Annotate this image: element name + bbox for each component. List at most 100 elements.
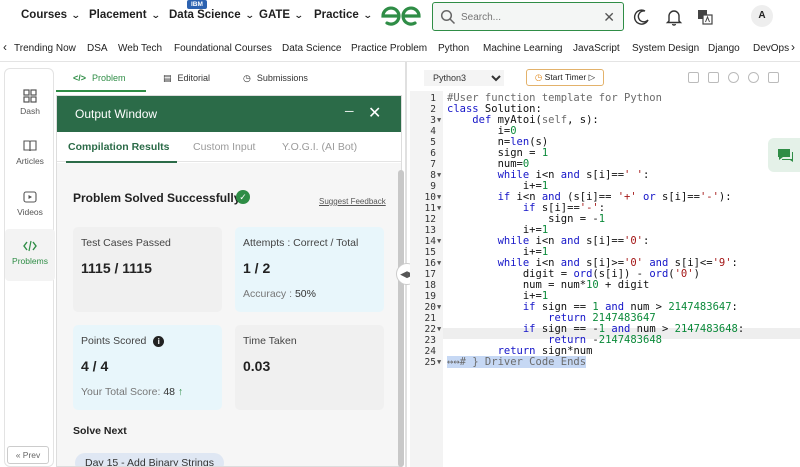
- line-number: 5: [430, 137, 436, 148]
- scrollbar[interactable]: [398, 170, 404, 467]
- dashboard-icon: [23, 89, 37, 103]
- line-number: 17: [424, 269, 436, 280]
- attempts-card: Attempts : Correct / Total 1 / 2 Accurac…: [235, 227, 384, 312]
- scroll-left-icon[interactable]: ‹: [3, 40, 7, 54]
- attempts-label: Attempts : Correct / Total: [243, 237, 359, 249]
- document-icon: ▤: [163, 73, 172, 83]
- tab-custom-input[interactable]: Custom Input: [193, 141, 255, 153]
- scroll-right-icon[interactable]: ›: [791, 40, 795, 54]
- points-card: Points Scored i 4 / 4 Your Total Score: …: [73, 325, 222, 410]
- copy-icon[interactable]: [688, 72, 699, 83]
- topic-system-design[interactable]: System Design: [632, 43, 699, 54]
- start-timer-button[interactable]: ◷ Start Timer ▷: [526, 69, 604, 86]
- video-icon: [23, 191, 37, 203]
- topic-trending-now[interactable]: Trending Now: [14, 43, 76, 54]
- topic-devops[interactable]: DevOps: [753, 43, 789, 54]
- clear-search-icon[interactable]: ✕: [603, 9, 615, 26]
- line-number: 25: [424, 357, 436, 368]
- fold-icon[interactable]: ▼: [437, 259, 441, 267]
- sidebar-item-articles[interactable]: Articles: [5, 139, 55, 166]
- output-window-title: Output Window: [75, 107, 158, 121]
- line-number: 2: [430, 104, 436, 115]
- tab-problem[interactable]: </> Problem: [73, 73, 126, 83]
- topic-dsa[interactable]: DSA: [87, 43, 108, 54]
- nav-practice[interactable]: Practice ⌄: [314, 9, 372, 21]
- fold-icon[interactable]: ▼: [437, 358, 441, 366]
- search-box[interactable]: ✕: [432, 2, 624, 31]
- code-editor[interactable]: 1 2 3 4 5 6 7 8 9 10 11 12 13 14 15 16 1…: [410, 91, 800, 467]
- fullscreen-icon[interactable]: [768, 72, 779, 83]
- translate-icon[interactable]: [695, 7, 715, 27]
- topic-web-tech[interactable]: Web Tech: [118, 43, 162, 54]
- active-tab-indicator: [56, 90, 146, 92]
- export-icon[interactable]: [708, 72, 719, 83]
- output-window-header: Output Window ─ ✕: [57, 96, 401, 132]
- language-select[interactable]: Python3: [424, 70, 504, 86]
- sidebar-item-dash[interactable]: Dash: [5, 89, 55, 116]
- sidebar-item-problems[interactable]: Problems: [5, 229, 55, 281]
- accuracy-text: Accuracy : 50%: [243, 288, 316, 300]
- topic-data-science[interactable]: Data Science: [282, 43, 341, 54]
- prev-button[interactable]: « Prev: [7, 446, 49, 464]
- line-number: 8: [430, 170, 436, 181]
- line-number: 10: [424, 192, 436, 203]
- tab-editorial[interactable]: ▤ Editorial: [163, 73, 210, 84]
- sidebar-item-videos[interactable]: Videos: [5, 190, 55, 217]
- gfg-logo-icon[interactable]: [379, 4, 423, 28]
- topics-bar: ‹ Trending Now DSA Web Tech Foundational…: [0, 38, 800, 60]
- fold-icon[interactable]: ▼: [437, 193, 441, 201]
- fold-icon[interactable]: ▼: [437, 303, 441, 311]
- attempts-value: 1 / 2: [243, 260, 271, 276]
- chat-button[interactable]: [768, 138, 800, 172]
- time-label: Time Taken: [243, 335, 297, 347]
- fold-icon[interactable]: ▼: [437, 204, 441, 212]
- nav-data-science[interactable]: Data Science ⌄: [169, 9, 254, 21]
- topic-foundational-courses[interactable]: Foundational Courses: [174, 43, 272, 54]
- close-icon[interactable]: ✕: [368, 103, 381, 123]
- line-number: 7: [430, 159, 436, 170]
- settings-icon[interactable]: [728, 72, 739, 83]
- code-icon: </>: [73, 73, 87, 83]
- line-number: 20: [424, 302, 436, 313]
- fold-icon[interactable]: ▼: [437, 116, 441, 124]
- topic-django[interactable]: Django: [708, 43, 740, 54]
- fold-icon[interactable]: ▼: [437, 171, 441, 179]
- points-label: Points Scored i: [81, 335, 165, 347]
- chevron-down-icon: ⌄: [293, 10, 304, 20]
- nav-placement[interactable]: Placement ⌄: [89, 9, 160, 21]
- nav-courses[interactable]: Courses ⌄: [21, 9, 81, 21]
- line-number: 6: [430, 148, 436, 159]
- next-problem-link[interactable]: Day 15 - Add Binary Strings: [75, 453, 224, 466]
- avatar[interactable]: A: [751, 5, 773, 27]
- editor-toolbar: Python3 ◷ Start Timer ▷: [410, 66, 800, 90]
- dark-mode-icon[interactable]: [632, 7, 652, 27]
- fold-icon[interactable]: ▼: [437, 325, 441, 333]
- line-number: 24: [424, 346, 436, 357]
- output-tabs: Compilation Results Custom Input Y.O.G.I…: [57, 132, 401, 162]
- nav-gate[interactable]: GATE ⌄: [259, 9, 304, 21]
- minimize-icon[interactable]: ─: [345, 104, 354, 118]
- line-number: 21: [424, 313, 436, 324]
- tab-yogi-ai-bot[interactable]: Y.O.G.I. (AI Bot): [282, 141, 357, 153]
- search-input[interactable]: [461, 8, 591, 26]
- top-navbar: Courses ⌄ Placement ⌄ IBM Data Science ⌄ GA…: [0, 0, 800, 34]
- line-number: 16: [424, 258, 436, 269]
- info-icon[interactable]: i: [153, 336, 165, 347]
- play-icon: ▷: [588, 72, 596, 82]
- bell-icon[interactable]: [664, 7, 684, 27]
- tab-compilation-results[interactable]: Compilation Results: [68, 141, 170, 153]
- output-window: Output Window ─ ✕ Compilation Results Cu…: [56, 95, 402, 467]
- accuracy-value: 50%: [294, 288, 316, 300]
- suggest-feedback-link[interactable]: Suggest Feedback: [319, 197, 386, 206]
- ibm-badge: IBM: [187, 0, 207, 9]
- topic-practice-problem[interactable]: Practice Problem: [351, 43, 427, 54]
- line-number: 14: [424, 236, 436, 247]
- topic-javascript[interactable]: JavaScript: [573, 43, 620, 54]
- left-sidebar: Dash Articles Videos Problems: [4, 68, 55, 467]
- fold-icon[interactable]: ▼: [437, 237, 441, 245]
- topic-python[interactable]: Python: [438, 43, 469, 54]
- reset-icon[interactable]: [748, 72, 759, 83]
- line-number: 4: [430, 126, 436, 137]
- tab-submissions[interactable]: ◷ Submissions: [243, 73, 308, 84]
- topic-machine-learning[interactable]: Machine Learning: [483, 43, 563, 54]
